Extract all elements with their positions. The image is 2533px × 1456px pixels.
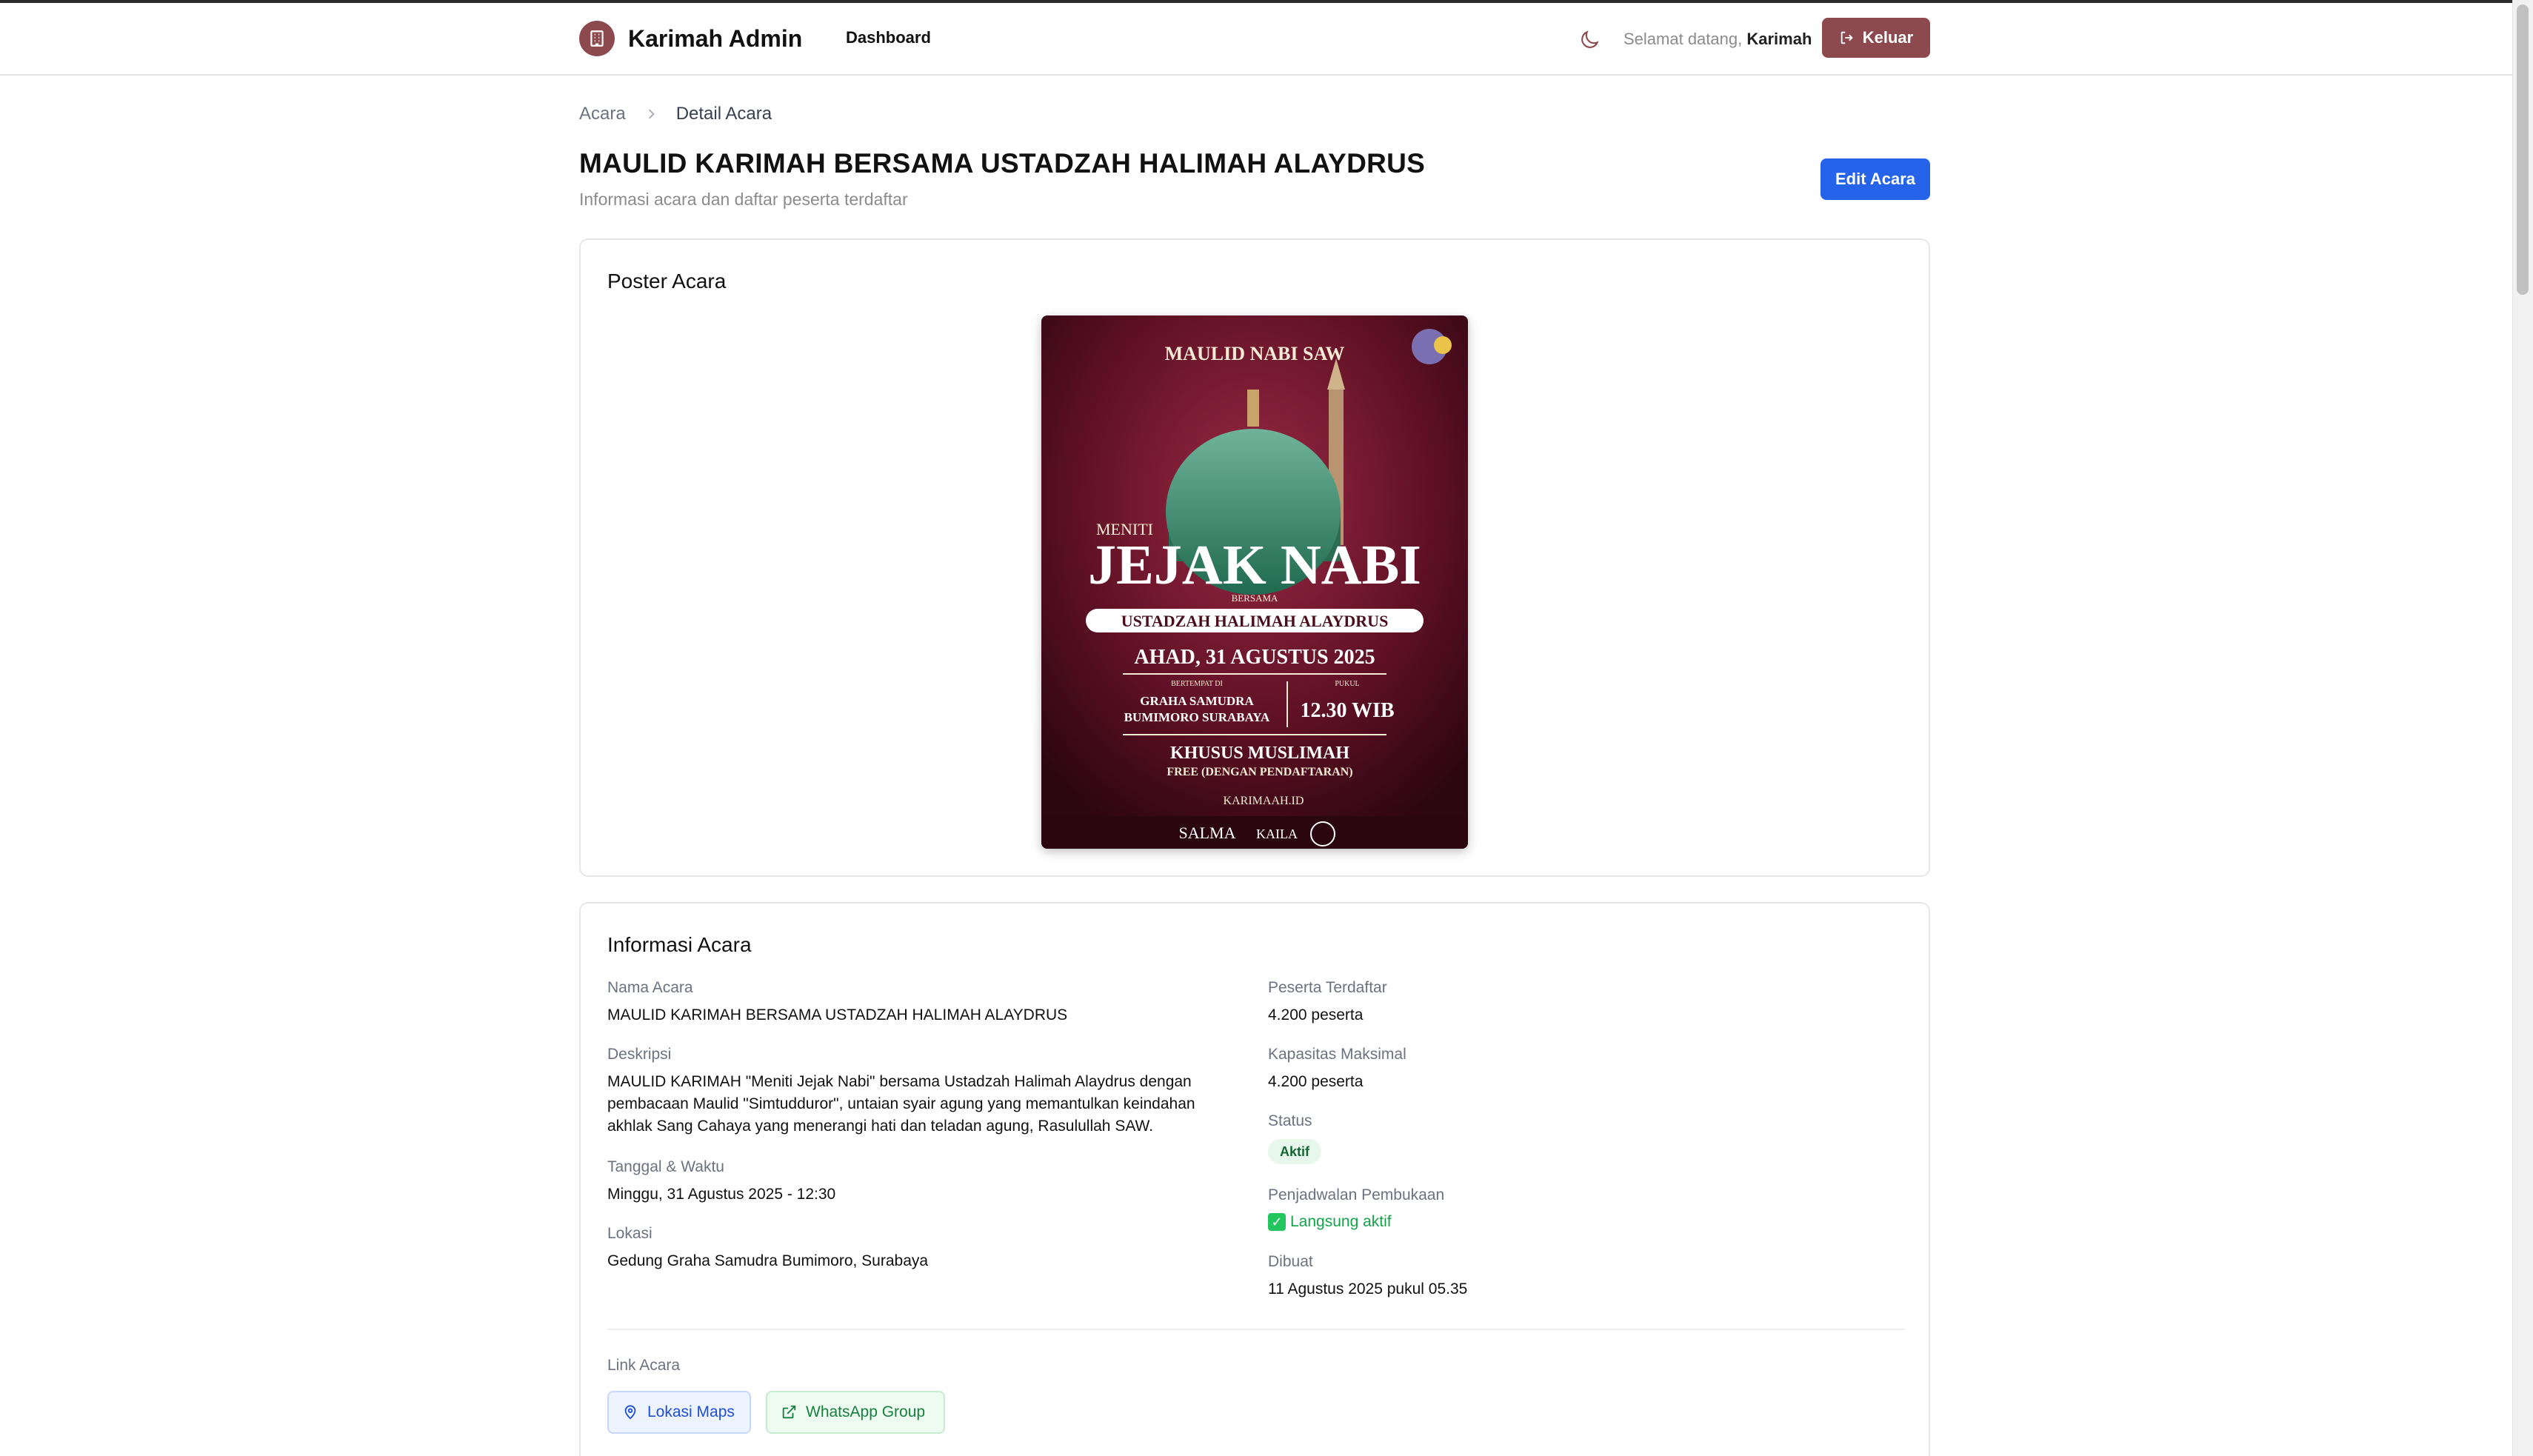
logout-label: Keluar <box>1862 28 1914 47</box>
schedule-value: ✓ Langsung aktif <box>1268 1213 1392 1231</box>
welcome-username: Karimah <box>1746 30 1812 48</box>
poster-card-title: Poster Acara <box>607 270 727 293</box>
poster-time-label: PUKUL <box>1335 680 1359 688</box>
breadcrumb-acara-link[interactable]: Acara <box>579 104 626 124</box>
schedule-value-text: Langsung aktif <box>1290 1213 1392 1230</box>
capacity-label: Kapasitas Maksimal <box>1268 1046 1406 1063</box>
poster-top-text: MAULID NABI SAW <box>1165 343 1345 364</box>
poster-free: FREE (DENGAN PENDAFTARAN) <box>1167 766 1352 778</box>
poster-venue-line2: BUMIMORO SURABAYA <box>1124 710 1270 724</box>
event-info-card: Informasi Acara Nama Acara MAULID KARIMA… <box>579 902 1930 1456</box>
page-subtitle: Informasi acara dan daftar peserta terda… <box>579 190 908 209</box>
map-pin-icon <box>624 1405 636 1420</box>
top-navbar: Karimah Admin Dashboard Selamat datang, … <box>0 3 2512 76</box>
poster-bersama-text: BERSAMA <box>1232 592 1278 604</box>
moon-icon[interactable] <box>1578 28 1601 52</box>
poster-sponsor-salma: SALMA <box>1178 824 1235 842</box>
poster-venue-line1: GRAHA SAMUDRA <box>1140 694 1254 708</box>
breadcrumb: Acara Detail Acara <box>579 104 772 124</box>
external-link-icon <box>782 1405 796 1419</box>
poster-date: AHAD, 31 AGUSTUS 2025 <box>1134 646 1375 669</box>
location-label: Lokasi <box>607 1225 653 1242</box>
poster-time: 12.30 WIB <box>1300 699 1394 722</box>
welcome-prefix: Selamat datang, <box>1623 30 1747 48</box>
nav-dashboard-link[interactable]: Dashboard <box>846 28 931 47</box>
whatsapp-group-link[interactable]: WhatsApp Group <box>766 1391 945 1434</box>
edit-event-button[interactable]: Edit Acara <box>1821 158 1930 200</box>
event-name-label: Nama Acara <box>607 979 693 996</box>
brand-title: Karimah Admin <box>628 24 803 52</box>
info-card-title: Informasi Acara <box>607 933 752 956</box>
location-maps-label: Lokasi Maps <box>647 1403 735 1420</box>
logout-button[interactable]: Keluar <box>1822 18 1930 58</box>
brand[interactable]: Karimah Admin <box>579 21 802 56</box>
whatsapp-group-label: WhatsApp Group <box>806 1403 926 1420</box>
welcome-text: Selamat datang, Karimah <box>1623 30 1812 49</box>
logout-icon <box>1840 31 1853 44</box>
scrollbar-thumb[interactable] <box>2517 4 2529 295</box>
poster-card: Poster Acara MAULID NABI SAW MENITI JEJA… <box>579 238 1930 877</box>
section-divider <box>607 1329 1905 1330</box>
created-value: 11 Agustus 2025 pukul 05.35 <box>1268 1280 1468 1298</box>
location-value: Gedung Graha Samudra Bumimoro, Surabaya <box>607 1252 929 1269</box>
page-title: MAULID KARIMAH BERSAMA USTADZAH HALIMAH … <box>579 148 1426 178</box>
check-icon: ✓ <box>1268 1213 1286 1231</box>
registered-value: 4.200 peserta <box>1268 1006 1364 1023</box>
event-poster-image[interactable]: MAULID NABI SAW MENITI JEJAK NABI BERSAM… <box>1041 315 1468 849</box>
description-value: MAULID KARIMAH "Meniti Jejak Nabi" bersa… <box>607 1073 1195 1135</box>
description-label: Deskripsi <box>607 1046 672 1063</box>
poster-headline: JEJAK NABI <box>1088 534 1421 596</box>
status-badge: Aktif <box>1268 1139 1321 1164</box>
poster-speaker: USTADZAH HALIMAH ALAYDRUS <box>1121 612 1389 630</box>
datetime-value: Minggu, 31 Agustus 2025 - 12:30 <box>607 1186 836 1203</box>
event-name-value: MAULID KARIMAH BERSAMA USTADZAH HALIMAH … <box>607 1006 1068 1023</box>
poster-sponsor-kaila: KAILA <box>1256 826 1298 841</box>
poster-venue-label: BERTEMPAT DI <box>1171 680 1223 688</box>
datetime-label: Tanggal & Waktu <box>607 1158 724 1175</box>
building-icon <box>579 21 615 56</box>
poster-audience: KHUSUS MUSLIMAH <box>1170 744 1349 763</box>
links-label: Link Acara <box>607 1357 681 1374</box>
schedule-label: Penjadwalan Pembukaan <box>1268 1186 1445 1203</box>
capacity-value: 4.200 peserta <box>1268 1073 1364 1090</box>
location-maps-link[interactable]: Lokasi Maps <box>607 1391 751 1434</box>
chevron-right-icon <box>648 109 655 119</box>
registered-label: Peserta Terdaftar <box>1268 979 1387 996</box>
poster-instagram: KARIMAAH.ID <box>1224 795 1304 807</box>
created-label: Dibuat <box>1268 1253 1313 1270</box>
breadcrumb-current: Detail Acara <box>675 104 772 124</box>
status-label: Status <box>1268 1112 1312 1129</box>
